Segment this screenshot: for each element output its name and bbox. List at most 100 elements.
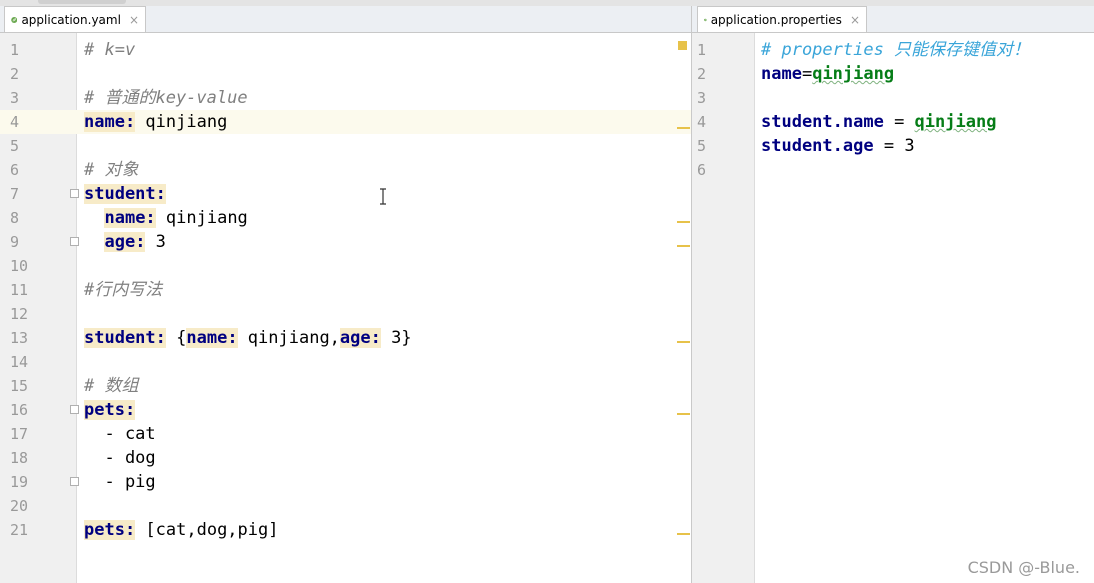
stripe-mark[interactable] [677,413,690,415]
line-content: student.name = qinjiang [761,110,996,134]
separator-text: = [883,112,915,132]
value-text: - pig [84,472,156,492]
line-content: student: [84,182,166,206]
code-line[interactable]: 19 - pig [0,470,691,494]
yaml-code-area[interactable]: 1 # k=v 2 3 # 普通的key-value 4 name: qinjiang 5 6 #… [0,38,691,542]
key-text: pets: [84,400,136,420]
code-line[interactable]: 3 [692,86,1094,110]
code-line[interactable]: 9 age: 3 [0,230,691,254]
close-icon[interactable]: × [129,13,139,27]
code-line[interactable]: 3 # 普通的key-value [0,86,691,110]
key-text: student.name [761,112,884,132]
line-content: - cat [84,422,155,446]
line-content: # 数组 [84,374,138,398]
value-text: qinjiang [812,64,895,84]
yaml-tab-bar: application.yaml × [0,6,691,33]
line-content: name: qinjiang [84,110,227,134]
code-line[interactable]: 4 name: qinjiang [0,110,691,134]
code-line[interactable]: 2 [0,62,691,86]
line-number: 14 [10,353,29,371]
code-line[interactable]: 5 student.age = 3 [692,134,1094,158]
tab-title: application.yaml [21,12,121,27]
line-content: - pig [84,470,156,494]
line-number: 1 [10,41,20,59]
line-number: 10 [10,257,29,275]
line-content: # 普通的key-value [84,86,248,110]
code-line[interactable]: 2 name=qinjiang [692,62,1094,86]
code-line[interactable]: 1 # k=v [0,38,691,62]
line-content: #行内写法 [84,278,162,302]
spring-leaf-icon [11,16,18,23]
tab-title: application.properties [710,12,842,27]
stripe-mark[interactable] [677,245,690,247]
stripe-mark[interactable] [677,127,690,129]
key-text: age: [339,328,381,348]
code-line[interactable]: 6 [692,158,1094,182]
line-content: pets: [cat,dog,pig] [84,518,278,542]
comment-text: # 数组 [84,376,139,396]
code-line[interactable]: 21 pets: [cat,dog,pig] [0,518,691,542]
line-number: 9 [10,233,20,251]
code-line[interactable]: 16 pets: [0,398,691,422]
value-text: qinjiang [914,112,997,132]
comment-text: # properties 只能保存键值对！ [761,40,1031,60]
line-content: # k=v [84,38,135,62]
fold-marker-icon[interactable] [70,237,79,246]
key-text: name: [104,208,156,228]
tab-application-yaml[interactable]: application.yaml × [4,6,146,32]
code-line[interactable]: 17 - cat [0,422,691,446]
line-number: 4 [10,113,20,131]
code-line[interactable]: 18 - dog [0,446,691,470]
line-number: 7 [10,185,20,203]
key-text: name: [186,328,238,348]
code-line[interactable]: 12 [0,302,691,326]
line-content: name: qinjiang [84,206,248,230]
code-line[interactable]: 6 # 对象 [0,158,691,182]
code-line[interactable]: 13 student: {name: qinjiang,age: 3} [0,326,691,350]
code-line[interactable]: 5 [0,134,691,158]
text-cursor-icon [380,188,386,205]
stripe-mark[interactable] [677,533,690,535]
code-line[interactable]: 11 #行内写法 [0,278,691,302]
line-number: 19 [10,473,29,491]
code-line[interactable]: 7 student: [0,182,691,206]
stripe-mark[interactable] [677,221,690,223]
stripe-mark[interactable] [677,341,690,343]
value-text: [cat,dog,pig] [135,520,279,540]
value-text: qinjiang [155,208,248,228]
fold-marker-icon[interactable] [70,477,79,486]
properties-code-area[interactable]: 1 # properties 只能保存键值对！ 2 name=qinjiang 3 4st… [692,38,1094,182]
code-line[interactable]: 15 # 数组 [0,374,691,398]
code-line[interactable]: 8 name: qinjiang [0,206,691,230]
code-line[interactable]: 20 [0,494,691,518]
error-stripe[interactable] [677,33,691,583]
code-line[interactable]: 14 [0,350,691,374]
properties-tab-bar: application.properties × [692,6,1094,33]
close-icon[interactable]: × [850,13,860,27]
line-content: # properties 只能保存键值对！ [761,38,1030,62]
tab-application-properties[interactable]: application.properties × [697,6,867,32]
value-text: qinjiang [135,112,228,132]
comment-text: # k=v [84,40,136,60]
line-number: 3 [697,89,707,107]
line-content: # 对象 [84,158,138,182]
code-line[interactable]: 4 student.name = qinjiang [692,110,1094,134]
line-number: 16 [10,401,29,419]
warning-marker[interactable] [678,41,687,50]
value-text: - dog [84,448,156,468]
separator-text: = [801,64,813,84]
line-content: pets: [84,398,136,422]
line-number: 12 [10,305,29,323]
code-line[interactable]: 1 # properties 只能保存键值对！ [692,38,1094,62]
fold-marker-icon[interactable] [70,405,79,414]
separator-text: = [873,136,905,156]
properties-editor-pane: application.properties × 1 # properties 只… [692,6,1094,583]
fold-marker-icon[interactable] [70,189,79,198]
line-number: 1 [697,41,707,59]
line-content: - dog [84,446,156,470]
code-line[interactable]: 10 [0,254,691,278]
line-content: name=qinjiang [761,62,894,86]
line-number: 3 [10,89,20,107]
key-text: student.age [761,136,874,156]
value-text: qinjiang, [237,328,340,348]
